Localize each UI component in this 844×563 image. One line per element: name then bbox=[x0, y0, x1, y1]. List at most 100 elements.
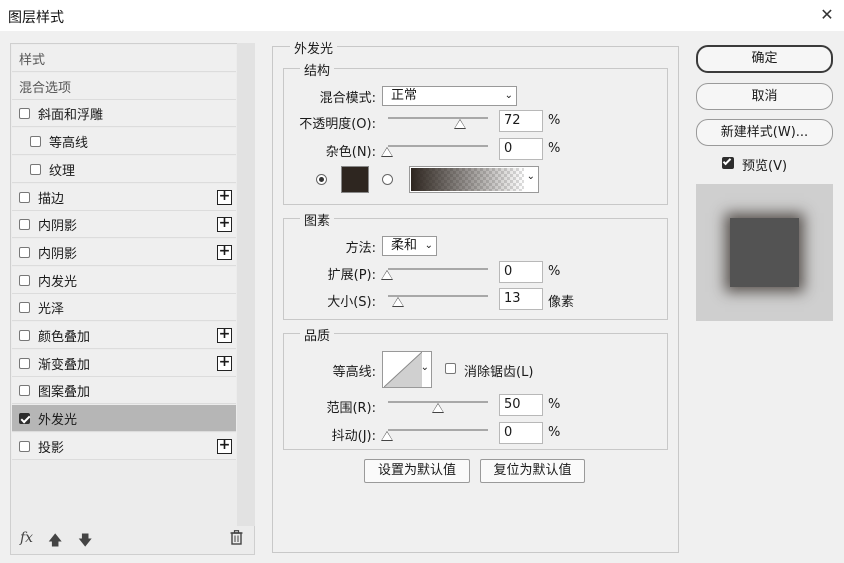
range-input[interactable]: 50 bbox=[499, 394, 543, 416]
range-label: 范围(R): bbox=[326, 401, 376, 416]
style-list-row[interactable]: 内阴影 + bbox=[12, 211, 236, 238]
color-radio[interactable] bbox=[316, 174, 327, 185]
contour-picker[interactable]: ⌄ bbox=[382, 351, 432, 388]
style-checkbox[interactable] bbox=[19, 384, 30, 396]
gradient-picker[interactable]: ⌄ bbox=[409, 166, 539, 193]
size-input[interactable]: 13 bbox=[499, 288, 543, 310]
style-checkbox[interactable] bbox=[19, 107, 30, 119]
jitter-label: 抖动(J): bbox=[331, 429, 376, 444]
add-icon[interactable]: + bbox=[217, 438, 232, 454]
jitter-unit: % bbox=[548, 425, 561, 440]
jitter-input[interactable]: 0 bbox=[499, 422, 543, 444]
range-slider-thumb[interactable] bbox=[432, 403, 444, 413]
new-style-button[interactable]: 新建样式(W)... bbox=[696, 119, 833, 146]
style-checkbox[interactable] bbox=[30, 163, 41, 175]
style-row-label: 斜面和浮雕 bbox=[38, 107, 104, 123]
antialias-label: 消除锯齿(L) bbox=[464, 365, 534, 380]
contour-label: 等高线: bbox=[332, 365, 376, 380]
glow-color-swatch[interactable] bbox=[341, 166, 369, 193]
chevron-down-icon: ⌄ bbox=[420, 362, 429, 373]
method-value: 柔和 bbox=[391, 238, 418, 253]
noise-slider-thumb[interactable] bbox=[381, 147, 393, 157]
range-unit: % bbox=[548, 397, 561, 412]
style-checkbox[interactable] bbox=[19, 301, 30, 313]
style-list-row[interactable]: 图案叠加 bbox=[12, 377, 236, 404]
fx-icon[interactable]: fx bbox=[20, 530, 33, 546]
jitter-slider[interactable] bbox=[388, 429, 488, 431]
ok-button[interactable]: 确定 bbox=[696, 45, 833, 73]
opacity-input[interactable]: 72 bbox=[499, 110, 543, 132]
preview-checkbox[interactable] bbox=[722, 156, 734, 169]
style-checkbox[interactable] bbox=[19, 191, 30, 203]
style-list-scrollbar[interactable] bbox=[237, 43, 255, 526]
structure-title: 结构 bbox=[300, 60, 335, 79]
style-checkbox[interactable] bbox=[19, 329, 30, 341]
style-checkbox[interactable] bbox=[19, 357, 30, 369]
style-list-row[interactable]: 投影 + bbox=[12, 433, 236, 460]
noise-input[interactable]: 0 bbox=[499, 138, 543, 160]
style-checkbox[interactable] bbox=[19, 412, 30, 424]
style-list-row[interactable]: 光泽 bbox=[12, 294, 236, 321]
style-row-label: 颜色叠加 bbox=[38, 329, 91, 345]
style-preview bbox=[696, 184, 833, 321]
make-default-button[interactable]: 设置为默认值 bbox=[364, 459, 470, 483]
style-row-label: 内阴影 bbox=[38, 246, 78, 262]
close-icon[interactable]: ✕ bbox=[818, 5, 836, 25]
style-list-row[interactable]: 纹理 bbox=[12, 156, 236, 183]
style-list-row[interactable]: 渐变叠加 + bbox=[12, 350, 236, 377]
style-row-label: 样式 bbox=[19, 52, 46, 68]
style-list-row[interactable]: 描边 + bbox=[12, 184, 236, 211]
style-checkbox[interactable] bbox=[19, 440, 30, 452]
opacity-label: 不透明度(O): bbox=[299, 117, 376, 132]
opacity-slider-thumb[interactable] bbox=[454, 119, 466, 129]
arrow-down-icon[interactable]: 🡇 bbox=[78, 530, 92, 554]
quality-title: 品质 bbox=[300, 325, 335, 344]
style-checkbox[interactable] bbox=[19, 246, 30, 258]
gradient-radio[interactable] bbox=[382, 174, 393, 185]
reset-default-button[interactable]: 复位为默认值 bbox=[480, 459, 585, 483]
style-list-row[interactable]: 斜面和浮雕 bbox=[12, 100, 236, 127]
method-select[interactable]: 柔和 ⌄ bbox=[382, 236, 437, 256]
trash-icon[interactable] bbox=[230, 530, 243, 549]
add-icon[interactable]: + bbox=[217, 327, 232, 343]
add-icon[interactable]: + bbox=[217, 189, 232, 205]
style-checkbox[interactable] bbox=[19, 218, 30, 230]
title-bar bbox=[0, 0, 844, 31]
chevron-down-icon: ⌄ bbox=[424, 240, 433, 251]
outer-glow-title: 外发光 bbox=[290, 38, 338, 57]
style-row-label: 内发光 bbox=[38, 274, 78, 290]
size-label: 大小(S): bbox=[327, 295, 376, 310]
size-unit: 像素 bbox=[548, 295, 575, 310]
arrow-up-icon[interactable]: 🡅 bbox=[48, 530, 62, 554]
style-row-label: 等高线 bbox=[49, 135, 89, 151]
elements-title: 图素 bbox=[300, 210, 335, 229]
noise-label: 杂色(N): bbox=[325, 145, 376, 160]
style-list-row[interactable]: 内阴影 + bbox=[12, 239, 236, 266]
cancel-button[interactable]: 取消 bbox=[696, 83, 833, 110]
noise-slider[interactable] bbox=[388, 145, 488, 147]
blend-mode-select[interactable]: 正常 ⌄ bbox=[382, 86, 517, 106]
style-list-row[interactable]: 颜色叠加 + bbox=[12, 322, 236, 349]
style-row-label: 投影 bbox=[38, 440, 65, 456]
style-checkbox[interactable] bbox=[19, 274, 30, 286]
spread-slider[interactable] bbox=[388, 268, 488, 270]
chevron-down-icon: ⌄ bbox=[504, 90, 513, 101]
style-list-row[interactable]: 混合选项 bbox=[12, 73, 236, 100]
size-slider-thumb[interactable] bbox=[392, 297, 404, 307]
style-list-row[interactable]: 外发光 bbox=[12, 405, 236, 432]
noise-unit: % bbox=[548, 141, 561, 156]
style-checkbox[interactable] bbox=[30, 135, 41, 147]
style-list-row[interactable]: 样式 bbox=[12, 45, 236, 72]
style-list-row[interactable]: 等高线 bbox=[12, 128, 236, 155]
add-icon[interactable]: + bbox=[217, 216, 232, 232]
jitter-slider-thumb[interactable] bbox=[381, 431, 393, 441]
antialias-checkbox[interactable] bbox=[445, 363, 456, 374]
opacity-slider[interactable] bbox=[388, 117, 488, 119]
method-label: 方法: bbox=[345, 241, 376, 256]
spread-input[interactable]: 0 bbox=[499, 261, 543, 283]
spread-slider-thumb[interactable] bbox=[381, 270, 393, 280]
style-list-row[interactable]: 内发光 bbox=[12, 267, 236, 294]
style-list-toolbar: fx 🡅 🡇 bbox=[12, 526, 254, 554]
add-icon[interactable]: + bbox=[217, 355, 232, 371]
add-icon[interactable]: + bbox=[217, 244, 232, 260]
